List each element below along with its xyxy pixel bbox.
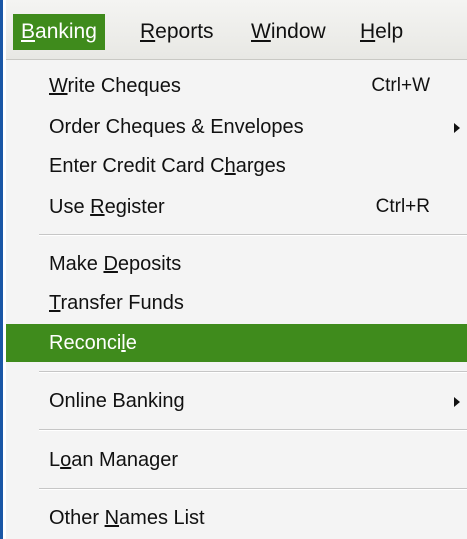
menu-item-order-cheques[interactable]: Order Cheques & Envelopes xyxy=(6,108,467,146)
menu-item-make-deposits[interactable]: Make Deposits xyxy=(6,245,467,283)
menu-bar: Banking Reports Window Help xyxy=(6,0,467,60)
menu-separator xyxy=(39,371,467,373)
menu-item-transfer-funds[interactable]: Transfer Funds xyxy=(6,284,467,322)
banking-dropdown-menu: Write Cheques Ctrl+W Order Cheques & Env… xyxy=(6,60,467,539)
shortcut-label: Ctrl+R xyxy=(375,196,430,217)
submenu-arrow-icon xyxy=(454,397,460,407)
menu-item-write-cheques[interactable]: Write Cheques Ctrl+W xyxy=(6,67,467,105)
menu-banking[interactable]: Banking xyxy=(13,14,105,50)
menu-help[interactable]: Help xyxy=(352,14,411,50)
menu-item-other-names-list[interactable]: Other Names List xyxy=(6,499,467,537)
menu-item-loan-manager[interactable]: Loan Manager xyxy=(6,441,467,479)
menu-separator xyxy=(39,429,467,431)
shortcut-label: Ctrl+W xyxy=(371,75,430,96)
menu-separator xyxy=(39,488,467,490)
window-frame: Banking Reports Window Help Write Cheque… xyxy=(0,0,467,539)
menu-separator xyxy=(39,234,467,236)
menu-reports[interactable]: Reports xyxy=(132,14,222,50)
menu-item-online-banking[interactable]: Online Banking xyxy=(6,382,467,420)
menu-item-enter-credit-card-charges[interactable]: Enter Credit Card Charges xyxy=(6,147,467,185)
menu-item-reconcile[interactable]: Reconcile xyxy=(6,324,467,362)
menu-item-use-register[interactable]: Use Register Ctrl+R xyxy=(6,188,467,226)
submenu-arrow-icon xyxy=(454,123,460,133)
menu-window[interactable]: Window xyxy=(243,14,334,50)
